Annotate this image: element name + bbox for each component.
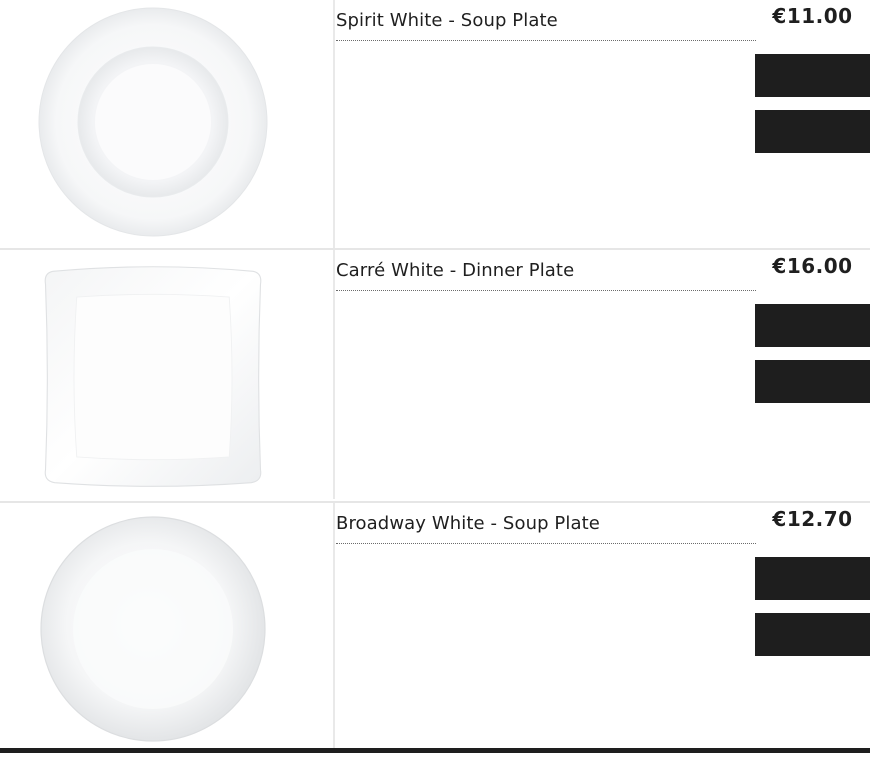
secondary-action-button[interactable]: [755, 613, 870, 656]
product-row: Spirit White - Soup Plate €11.00: [0, 0, 870, 249]
price-column: €16.00: [755, 250, 870, 499]
product-price: €11.00: [772, 4, 853, 28]
product-title[interactable]: Carré White - Dinner Plate: [336, 250, 756, 291]
round-soup-plate-image[interactable]: [30, 2, 276, 248]
product-title[interactable]: Spirit White - Soup Plate: [336, 0, 756, 41]
product-image-cell[interactable]: [0, 250, 333, 499]
product-price: €12.70: [772, 507, 853, 531]
product-price: €16.00: [772, 254, 853, 278]
secondary-action-button[interactable]: [755, 360, 870, 403]
product-title[interactable]: Broadway White - Soup Plate: [336, 503, 756, 544]
footer-bar: [0, 748, 870, 753]
product-row: Carré White - Dinner Plate €16.00: [0, 250, 870, 499]
product-image-cell[interactable]: [0, 0, 333, 249]
product-info: Carré White - Dinner Plate: [336, 250, 756, 291]
primary-action-button[interactable]: [755, 557, 870, 600]
product-row: Broadway White - Soup Plate €12.70: [0, 503, 870, 753]
column-divider: [333, 250, 335, 499]
square-dinner-plate-image[interactable]: [38, 264, 268, 490]
column-divider: [333, 0, 335, 249]
round-coupe-plate-image[interactable]: [30, 513, 276, 759]
primary-action-button[interactable]: [755, 54, 870, 97]
price-column: €11.00: [755, 0, 870, 249]
product-list: Spirit White - Soup Plate €11.00 Carré W…: [0, 0, 870, 753]
product-info: Spirit White - Soup Plate: [336, 0, 756, 41]
column-divider: [333, 503, 335, 753]
product-info: Broadway White - Soup Plate: [336, 503, 756, 544]
secondary-action-button[interactable]: [755, 110, 870, 153]
primary-action-button[interactable]: [755, 304, 870, 347]
product-image-cell[interactable]: [0, 503, 333, 753]
price-column: €12.70: [755, 503, 870, 753]
